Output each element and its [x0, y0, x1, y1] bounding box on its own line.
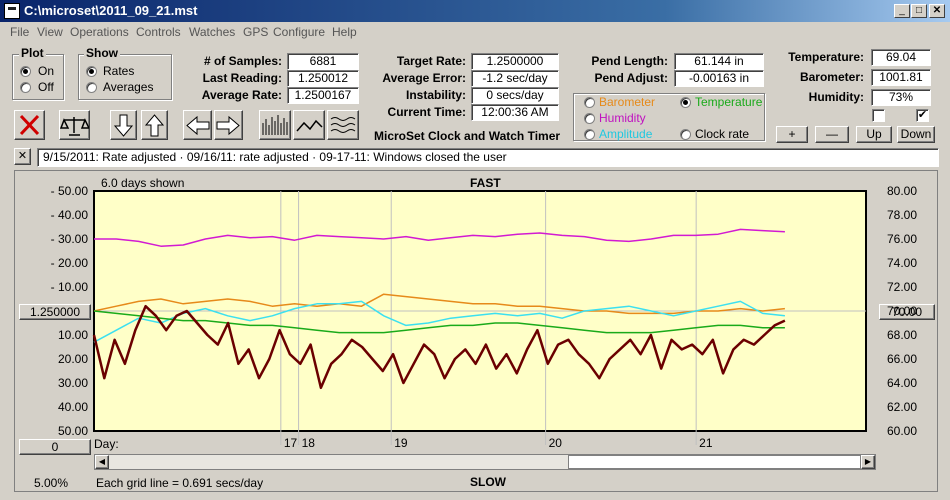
left-tick-label: - 30.00 [51, 232, 89, 246]
right-tick-label: 60.00 [887, 424, 917, 438]
left-tick-label: 50.00 [58, 424, 88, 438]
day-tick-label: 17 [284, 436, 298, 450]
left-tick-label: 30.00 [58, 376, 88, 390]
left-tick-label: - 40.00 [51, 208, 89, 222]
left-tick-label: 10.00 [58, 328, 88, 342]
left-tick-label: 20.00 [58, 352, 88, 366]
right-tick-label: 80.00 [887, 184, 917, 198]
day-tick-label: 18 [302, 436, 316, 450]
right-tick-label: 78.00 [887, 208, 917, 222]
scroll-thumb[interactable] [568, 455, 861, 469]
left-tick-label: - 10.00 [51, 280, 89, 294]
right-tick-label: 66.00 [887, 352, 917, 366]
right-tick-label: 74.00 [887, 256, 917, 270]
right-tick-label: 62.00 [887, 400, 917, 414]
left-tick-label: - 50.00 [51, 184, 89, 198]
scroll-left-button[interactable]: ◀ [95, 455, 109, 469]
day-tick-label: 19 [394, 436, 408, 450]
left-tick-label: - 20.00 [51, 256, 89, 270]
chart-scrollbar[interactable]: ◀ ▶ [94, 454, 876, 470]
left-tick-label: 40.00 [58, 400, 88, 414]
right-tick-label: 76.00 [887, 232, 917, 246]
right-tick-label: 70.00 [887, 304, 917, 318]
right-tick-label: 64.00 [887, 376, 917, 390]
rate-chart: 17 18 19 20 21 - 50.00 - 40.00 - 30.00 - 20.00 - … [51, 184, 918, 450]
right-tick-label: 68.00 [887, 328, 917, 342]
scroll-right-button[interactable]: ▶ [861, 455, 875, 469]
day-tick-label: 21 [699, 436, 713, 450]
right-tick-label: 72.00 [887, 280, 917, 294]
day-tick-label: 20 [549, 436, 563, 450]
